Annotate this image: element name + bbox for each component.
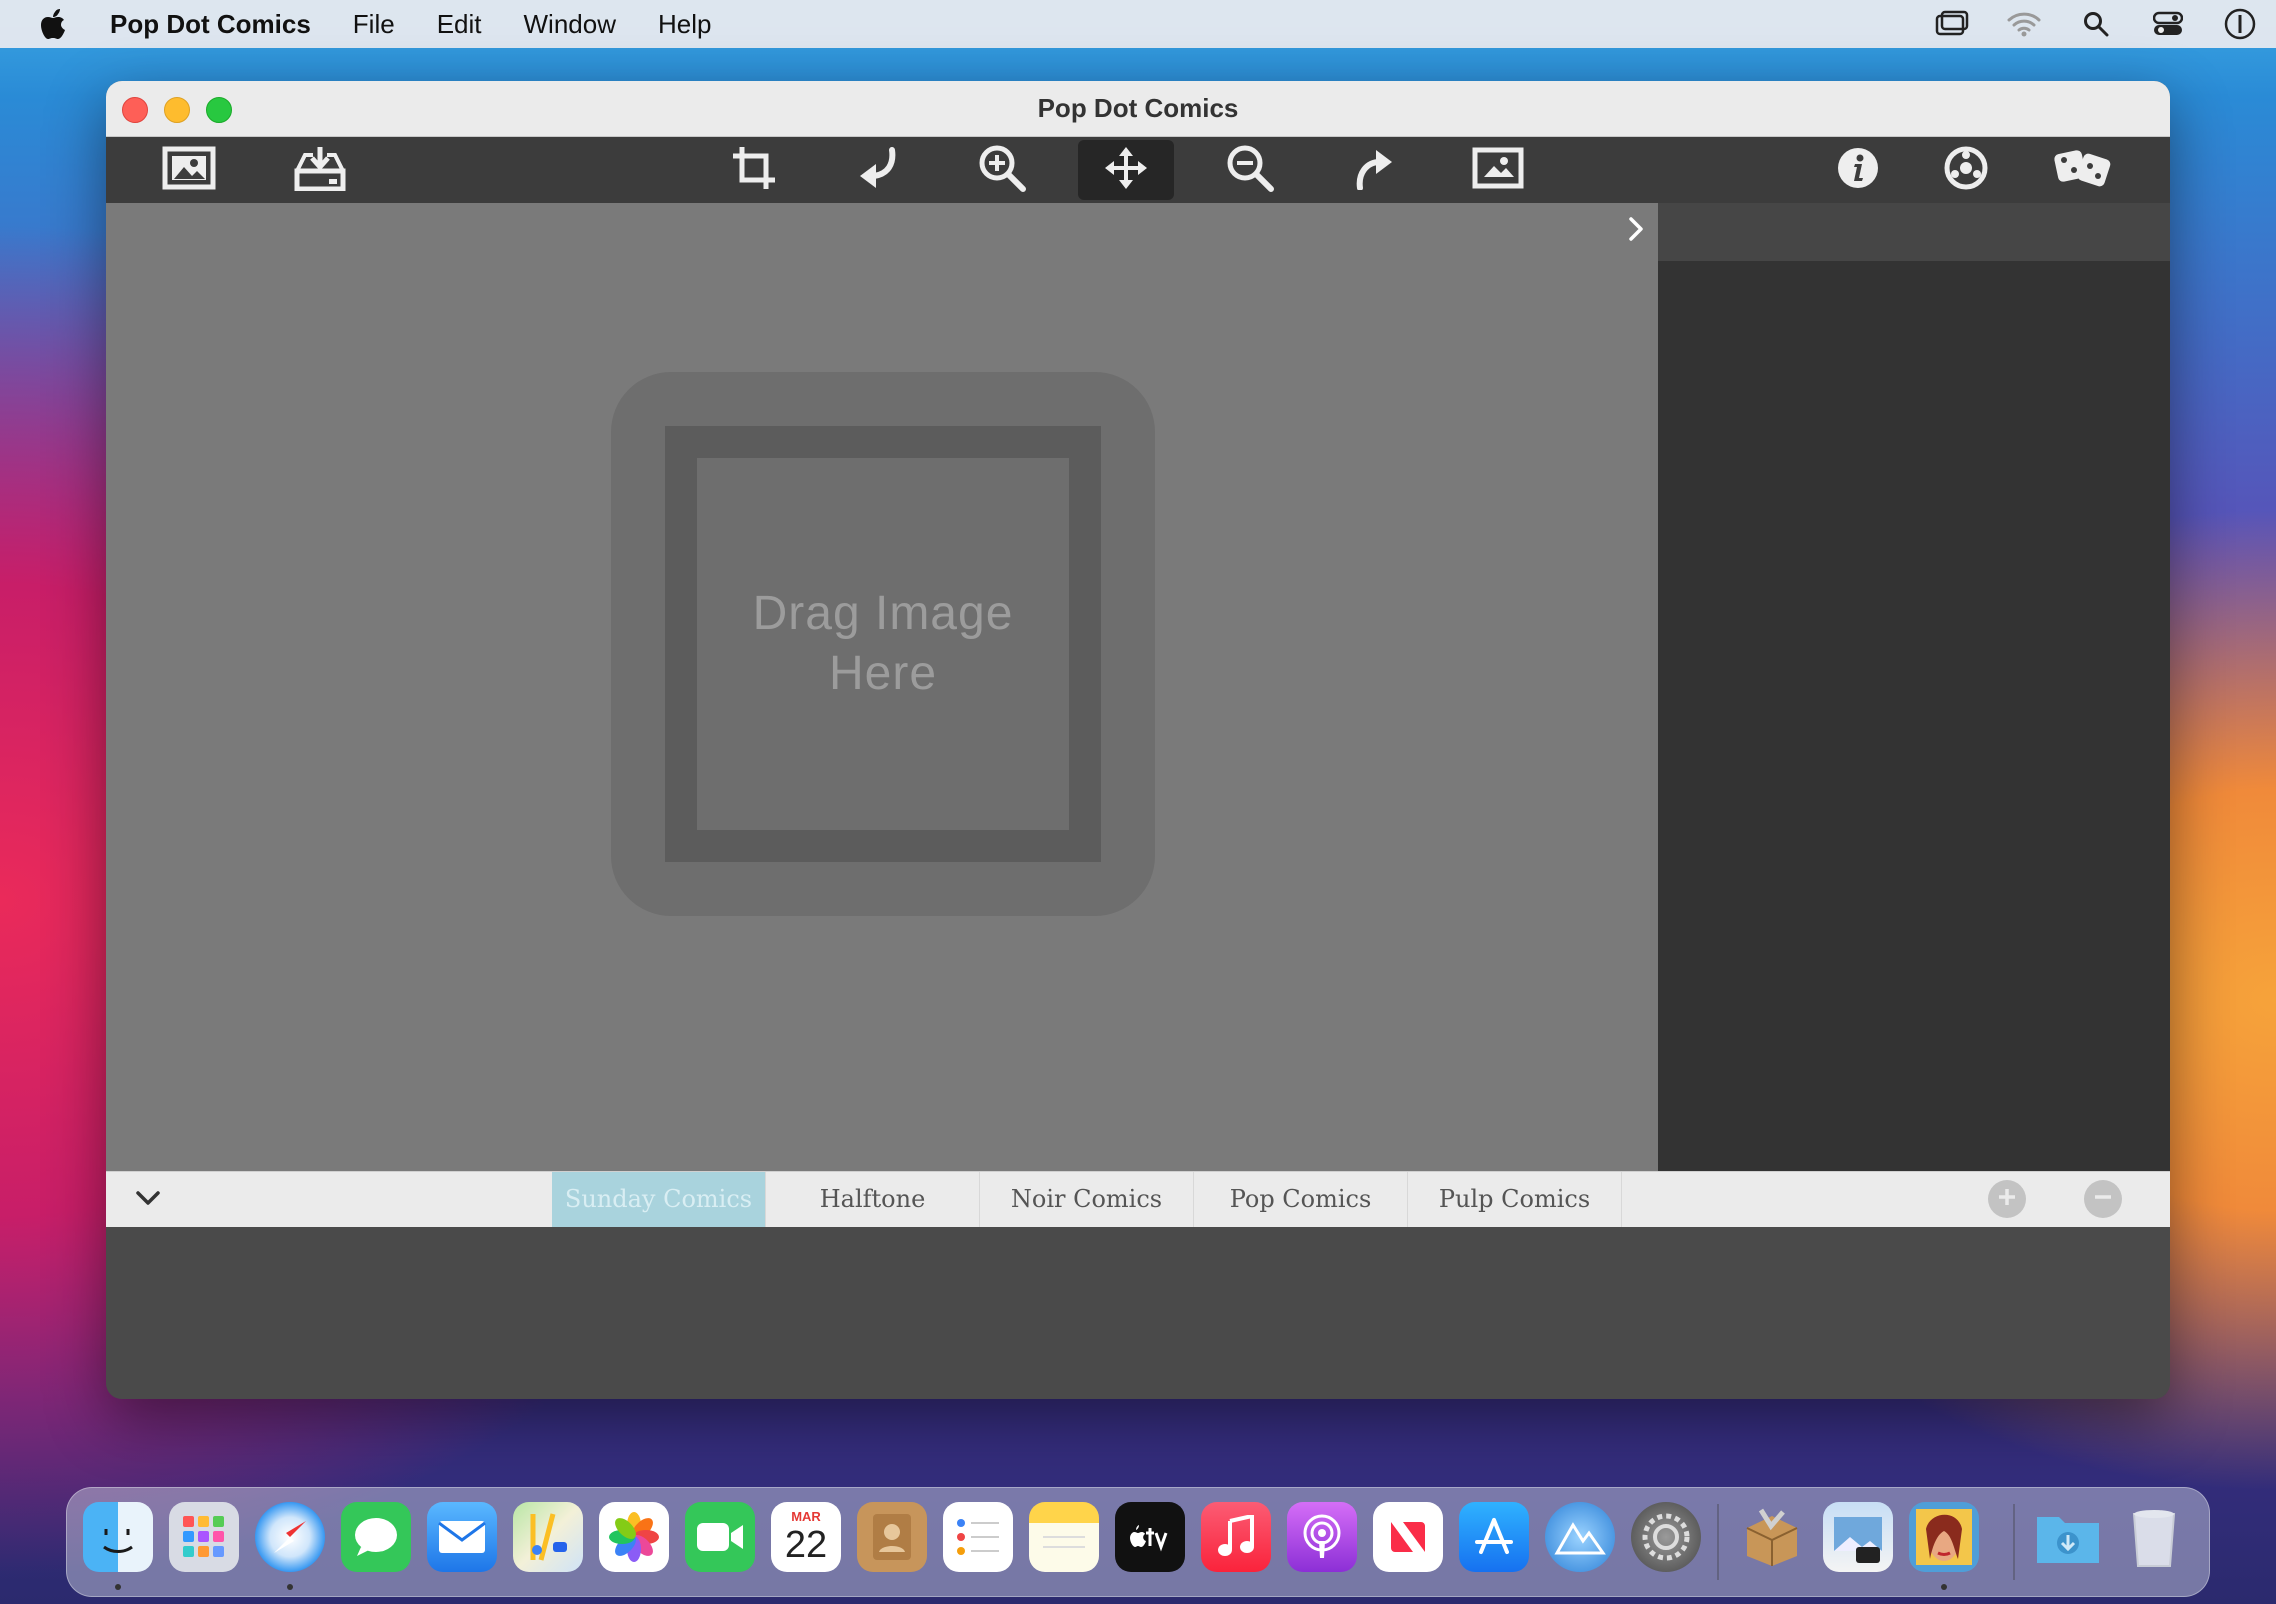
reminders-icon[interactable] [943,1502,1013,1572]
menu-edit[interactable]: Edit [437,9,482,40]
user-account-icon[interactable] [2204,8,2276,40]
news-icon[interactable] [1373,1502,1443,1572]
maps-icon[interactable] [513,1502,583,1572]
pop-dot-comics-running-indicator [1941,1584,1947,1590]
preview-icon[interactable] [1823,1502,1893,1572]
zoom-in-button[interactable] [954,140,1050,200]
crop-button[interactable] [706,140,802,200]
photos-icon[interactable] [599,1502,669,1572]
sidebar-header [1658,203,2170,261]
rotate-right-button[interactable] [1326,140,1422,200]
settings-icon [1944,146,1988,195]
info-icon [1836,146,1880,195]
macos-installer-icon[interactable] [1545,1502,1615,1572]
tab-pulp-comics[interactable]: Pulp Comics [1408,1172,1622,1227]
safari-running-indicator [287,1584,293,1590]
crop-icon [731,145,777,196]
mail-icon[interactable] [427,1502,497,1572]
image-canvas[interactable]: Drag Image Here [106,203,1658,1171]
podcasts-icon[interactable] [1287,1502,1357,1572]
launchpad-icon[interactable] [169,1502,239,1572]
title-bar: Pop Dot Comics [106,81,2170,137]
contacts-icon[interactable] [857,1502,927,1572]
tab-pop-comics[interactable]: Pop Comics [1194,1172,1408,1227]
menu-bar: Pop Dot Comics File Edit Window Help [0,0,2276,48]
rotate-left-icon [856,146,900,195]
zoom-out-icon [1226,144,1274,197]
preset-thumbnails-area [106,1227,2170,1399]
chevron-right-icon [1628,216,1644,247]
finder-icon[interactable] [83,1502,153,1572]
drop-zone-label: Drag Image Here [753,584,1014,704]
move-icon [1103,145,1149,196]
image-drop-zone[interactable]: Drag Image Here [611,372,1155,916]
finder-running-indicator [115,1584,121,1590]
tab-halftone[interactable]: Halftone [766,1172,980,1227]
collapse-presets-button[interactable] [128,1182,168,1218]
window-title: Pop Dot Comics [1037,93,1239,123]
save-image-button[interactable] [272,140,368,200]
wifi-icon[interactable] [1988,11,2060,37]
dock-separator-2 [2013,1504,2015,1580]
menu-window[interactable]: Window [524,9,616,40]
info-button[interactable] [1810,140,1906,200]
music-icon[interactable] [1201,1502,1271,1572]
dock: MAR 22 [66,1487,2210,1597]
fit-image-icon [1472,147,1524,194]
add-preset-button[interactable] [1988,1180,2026,1218]
safari-icon[interactable] [255,1502,325,1572]
calendar-month: MAR [791,1509,821,1524]
expand-sidebar-button[interactable] [1622,211,1650,251]
zoom-in-icon [978,144,1026,197]
randomize-button[interactable] [2036,140,2132,200]
menu-help[interactable]: Help [658,9,711,40]
system-preferences-icon[interactable] [1631,1502,1701,1572]
move-button[interactable] [1078,140,1174,200]
facetime-icon[interactable] [685,1502,755,1572]
toolbar [106,137,2170,203]
downloads-folder-icon[interactable] [2033,1502,2103,1572]
menu-file[interactable]: File [353,9,395,40]
apple-menu-icon[interactable] [0,8,110,40]
messages-icon[interactable] [341,1502,411,1572]
calendar-icon[interactable]: MAR 22 [771,1502,841,1572]
fit-image-button[interactable] [1450,140,1546,200]
remove-preset-button[interactable] [2084,1180,2122,1218]
drop-label-line2: Here [828,647,938,700]
app-store-icon[interactable] [1459,1502,1529,1572]
tab-sunday-comics[interactable]: Sunday Comics [552,1172,766,1227]
dock-separator [1717,1504,1719,1580]
settings-button[interactable] [1918,140,2014,200]
chevron-down-icon [135,1190,161,1211]
notes-icon[interactable] [1029,1502,1099,1572]
screen-mirroring-icon[interactable] [1916,10,1988,38]
trash-icon[interactable] [2119,1502,2189,1572]
drop-zone-frame: Drag Image Here [665,426,1101,862]
apple-tv-icon[interactable] [1115,1502,1185,1572]
rotate-right-icon [1352,146,1396,195]
spotlight-search-icon[interactable] [2060,11,2132,37]
drop-label-line1: Drag Image [752,587,1014,640]
app-menu[interactable]: Pop Dot Comics [110,9,311,40]
save-image-icon [293,145,347,196]
open-image-button[interactable] [141,140,237,200]
randomize-icon [2052,146,2116,195]
rotate-left-button[interactable] [830,140,926,200]
pop-dot-comics-icon[interactable] [1909,1502,1979,1572]
open-image-icon [162,146,216,195]
settings-sidebar [1658,203,2170,1171]
tab-noir-comics[interactable]: Noir Comics [980,1172,1194,1227]
installer-package-icon[interactable] [1737,1502,1807,1572]
control-center-icon[interactable] [2132,11,2204,37]
style-tab-bar: Sunday Comics Halftone Noir Comics Pop C… [106,1171,2170,1228]
calendar-day: 22 [784,1524,828,1566]
zoom-out-button[interactable] [1202,140,1298,200]
app-window: Pop Dot Comics Drag Image Here Sunday Co… [106,81,2170,1399]
minus-icon [2092,1186,2114,1213]
plus-icon [1996,1186,2018,1213]
drop-zone-inner: Drag Image Here [697,458,1069,830]
